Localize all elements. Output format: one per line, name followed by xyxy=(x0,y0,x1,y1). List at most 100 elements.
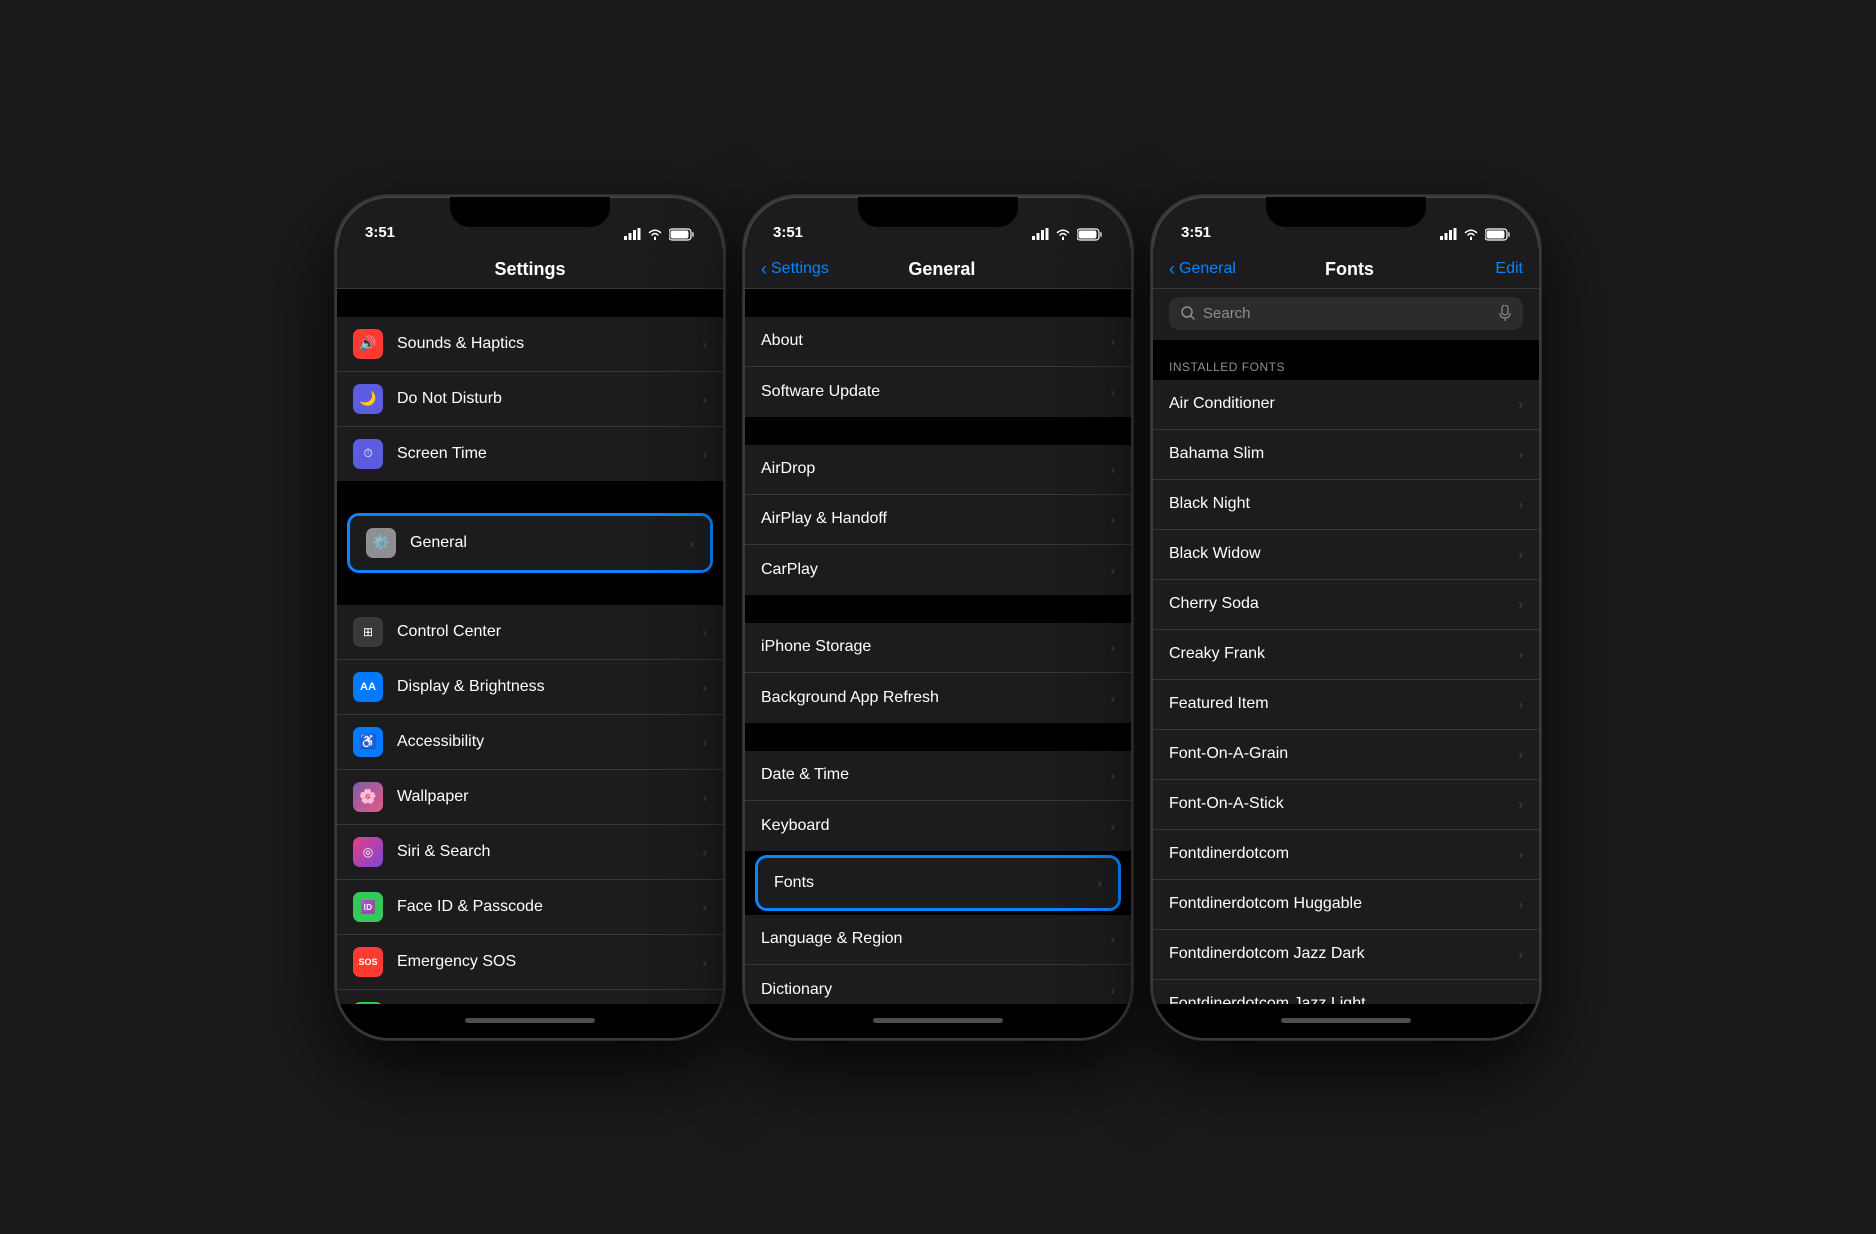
font-bahama-slim[interactable]: Bahama Slim › xyxy=(1153,430,1539,480)
about-label: About xyxy=(761,332,1102,350)
list-item-airplay[interactable]: AirPlay & Handoff › xyxy=(745,495,1131,545)
language-label: Language & Region xyxy=(761,930,1102,948)
back-arrow-2: ‹ xyxy=(761,259,767,280)
chevron-icon: › xyxy=(1518,696,1523,712)
list-item-keyboard[interactable]: Keyboard › xyxy=(745,801,1131,851)
settings-group-1: 🔊 Sounds & Haptics › 🌙 Do Not Disturb › … xyxy=(337,317,723,481)
signal-icon-3 xyxy=(1440,228,1457,240)
chevron-icon: › xyxy=(702,391,707,407)
status-icons-1 xyxy=(624,228,695,241)
chevron-icon: › xyxy=(1110,333,1115,349)
highlighted-fonts[interactable]: Fonts › xyxy=(755,855,1121,911)
chevron-icon: › xyxy=(1518,596,1523,612)
font-black-widow[interactable]: Black Widow › xyxy=(1153,530,1539,580)
settings-list[interactable]: 🔊 Sounds & Haptics › 🌙 Do Not Disturb › … xyxy=(337,289,723,1004)
chevron-icon: › xyxy=(702,679,707,695)
list-item-fonts[interactable]: Fonts › xyxy=(758,858,1118,908)
battery-icon-2 xyxy=(1077,228,1103,241)
fonts-label: Fonts xyxy=(774,874,1089,892)
font-fontdinerdotcom-huggable[interactable]: Fontdinerdotcom Huggable › xyxy=(1153,880,1539,930)
list-item-about[interactable]: About › xyxy=(745,317,1131,367)
general-group-3: iPhone Storage › Background App Refresh … xyxy=(745,623,1131,723)
chevron-icon: › xyxy=(1518,846,1523,862)
font-black-night[interactable]: Black Night › xyxy=(1153,480,1539,530)
font-fontdinerdotcom[interactable]: Fontdinerdotcom › xyxy=(1153,830,1539,880)
bgrefresh-label: Background App Refresh xyxy=(761,689,1102,707)
search-bar[interactable]: Search xyxy=(1169,297,1523,330)
font-label: Black Night xyxy=(1169,495,1510,513)
chevron-icon: › xyxy=(1110,639,1115,655)
edit-button[interactable]: Edit xyxy=(1463,260,1523,278)
list-item-wallpaper[interactable]: 🌸 Wallpaper › xyxy=(337,770,723,825)
list-item-accessibility[interactable]: ♿ Accessibility › xyxy=(337,715,723,770)
chevron-icon: › xyxy=(702,789,707,805)
list-item-language[interactable]: Language & Region › xyxy=(745,915,1131,965)
list-item-general[interactable]: ⚙️ General › xyxy=(350,516,710,570)
chevron-icon: › xyxy=(1518,446,1523,462)
general-list[interactable]: About › Software Update › AirDrop › AirP… xyxy=(745,289,1131,1004)
list-item-siri[interactable]: ◎ Siri & Search › xyxy=(337,825,723,880)
font-font-on-a-grain[interactable]: Font-On-A-Grain › xyxy=(1153,730,1539,780)
list-item-screentime[interactable]: ⏱ Screen Time › xyxy=(337,427,723,481)
chevron-icon: › xyxy=(1097,875,1102,891)
chevron-icon: › xyxy=(689,535,694,551)
general-icon: ⚙️ xyxy=(366,528,396,558)
list-item-airdrop[interactable]: AirDrop › xyxy=(745,445,1131,495)
general-group-5: Language & Region › Dictionary › xyxy=(745,915,1131,1004)
home-bar-3 xyxy=(1281,1018,1411,1023)
font-featured-item[interactable]: Featured Item › xyxy=(1153,680,1539,730)
phone-2: 3:51 ‹ Settings xyxy=(743,195,1133,1040)
list-item-dictionary[interactable]: Dictionary › xyxy=(745,965,1131,1004)
wifi-icon-3 xyxy=(1463,228,1479,240)
font-font-on-a-stick[interactable]: Font-On-A-Stick › xyxy=(1153,780,1539,830)
chevron-icon: › xyxy=(702,624,707,640)
font-label: Fontdinerdotcom Huggable xyxy=(1169,895,1510,913)
back-button-2[interactable]: ‹ Settings xyxy=(761,259,829,280)
list-item-faceid[interactable]: 🆔 Face ID & Passcode › xyxy=(337,880,723,935)
list-item-battery[interactable]: 🔋 Battery › xyxy=(337,990,723,1004)
page-title-1: Settings xyxy=(413,259,647,280)
screentime-icon: ⏱ xyxy=(353,439,383,469)
list-item-display[interactable]: AA Display & Brightness › xyxy=(337,660,723,715)
list-item-bgrefresh[interactable]: Background App Refresh › xyxy=(745,673,1131,723)
general-group-4: Date & Time › Keyboard › xyxy=(745,751,1131,851)
list-item-dnd[interactable]: 🌙 Do Not Disturb › xyxy=(337,372,723,427)
back-button-3[interactable]: ‹ General xyxy=(1169,259,1236,280)
nav-header-2: ‹ Settings General xyxy=(745,247,1131,289)
screentime-label: Screen Time xyxy=(397,445,694,463)
font-fontdinerdotcom-jazz-dark[interactable]: Fontdinerdotcom Jazz Dark › xyxy=(1153,930,1539,980)
installed-fonts-header: INSTALLED FONTS xyxy=(1153,340,1539,380)
list-item-storage[interactable]: iPhone Storage › xyxy=(745,623,1131,673)
sounds-icon: 🔊 xyxy=(353,329,383,359)
home-bar-1 xyxy=(465,1018,595,1023)
list-item-sounds[interactable]: 🔊 Sounds & Haptics › xyxy=(337,317,723,372)
list-item-carplay[interactable]: CarPlay › xyxy=(745,545,1131,595)
font-creaky-frank[interactable]: Creaky Frank › xyxy=(1153,630,1539,680)
phone-3: 3:51 ‹ General xyxy=(1151,195,1541,1040)
highlighted-general[interactable]: ⚙️ General › xyxy=(347,513,713,573)
list-item-controlcenter[interactable]: ⊞ Control Center › xyxy=(337,605,723,660)
fonts-list[interactable]: INSTALLED FONTS Air Conditioner › Bahama… xyxy=(1153,340,1539,1004)
chevron-icon: › xyxy=(1110,511,1115,527)
font-fontdinerdotcom-jazz-light[interactable]: Fontdinerdotcom Jazz Light › xyxy=(1153,980,1539,1004)
home-indicator-2 xyxy=(745,1004,1131,1038)
chevron-icon: › xyxy=(1518,496,1523,512)
chevron-icon: › xyxy=(702,954,707,970)
list-item-datetime[interactable]: Date & Time › xyxy=(745,751,1131,801)
home-indicator-1 xyxy=(337,1004,723,1038)
carplay-label: CarPlay xyxy=(761,561,1102,579)
font-label: Creaky Frank xyxy=(1169,645,1510,663)
faceid-icon: 🆔 xyxy=(353,892,383,922)
list-item-sos[interactable]: SOS Emergency SOS › xyxy=(337,935,723,990)
wallpaper-label: Wallpaper xyxy=(397,788,694,806)
font-label: Fontdinerdotcom Jazz Light xyxy=(1169,995,1510,1004)
chevron-icon: › xyxy=(702,446,707,462)
list-item-softwareupdate[interactable]: Software Update › xyxy=(745,367,1131,417)
battery-icon xyxy=(669,228,695,241)
wifi-icon xyxy=(647,228,663,240)
general-group-2: AirDrop › AirPlay & Handoff › CarPlay › xyxy=(745,445,1131,595)
font-air-conditioner[interactable]: Air Conditioner › xyxy=(1153,380,1539,430)
chevron-icon: › xyxy=(1110,931,1115,947)
dictionary-label: Dictionary xyxy=(761,981,1102,999)
font-cherry-soda[interactable]: Cherry Soda › xyxy=(1153,580,1539,630)
